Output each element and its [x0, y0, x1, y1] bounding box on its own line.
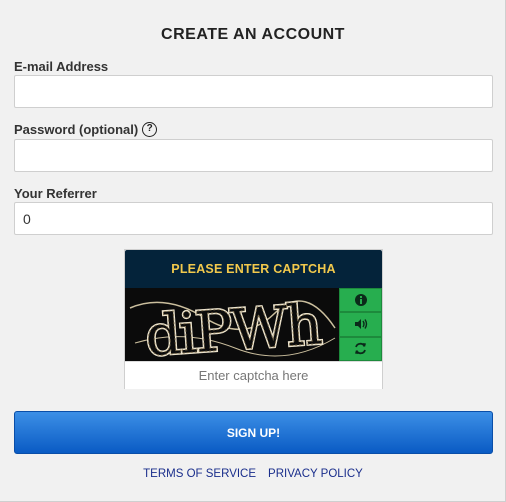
referrer-label: Your Referrer	[14, 186, 97, 201]
referrer-field[interactable]	[14, 202, 493, 235]
captcha-input[interactable]	[125, 361, 382, 389]
password-field[interactable]	[14, 139, 493, 172]
email-label-text: E-mail Address	[14, 59, 109, 74]
captcha-image: diPWh diPWh	[125, 288, 340, 361]
info-icon	[354, 294, 367, 307]
captcha-text-inner: diPWh	[143, 292, 323, 361]
captcha-body: diPWh diPWh	[125, 288, 382, 361]
refresh-icon	[355, 343, 367, 355]
password-label: Password (optional) ?	[14, 122, 158, 137]
captcha-info-button[interactable]	[339, 288, 382, 313]
captcha-refresh-button[interactable]	[339, 336, 382, 361]
captcha-buttons	[339, 288, 382, 361]
captcha-audio-button[interactable]	[339, 312, 382, 337]
email-field[interactable]	[14, 75, 493, 108]
email-label: E-mail Address	[14, 59, 108, 74]
captcha-header: PLEASE ENTER CAPTCHA	[125, 250, 382, 288]
page-title: CREATE AN ACCOUNT	[161, 26, 345, 43]
captcha-image-svg: diPWh diPWh	[125, 288, 340, 361]
question-circle-icon[interactable]: ?	[142, 122, 158, 137]
footer-links: TERMS OF SERVICE PRIVACY POLICY	[0, 468, 506, 480]
referrer-label-text: Your Referrer	[14, 186, 97, 201]
sign-up-button[interactable]: SIGN UP!	[14, 411, 493, 454]
terms-of-service-link[interactable]: TERMS OF SERVICE	[143, 468, 256, 480]
captcha-widget: PLEASE ENTER CAPTCHA diPWh diPWh	[124, 249, 383, 389]
password-label-text: Password (optional)	[14, 122, 139, 137]
audio-icon	[354, 319, 367, 330]
privacy-policy-link[interactable]: PRIVACY POLICY	[268, 468, 363, 480]
